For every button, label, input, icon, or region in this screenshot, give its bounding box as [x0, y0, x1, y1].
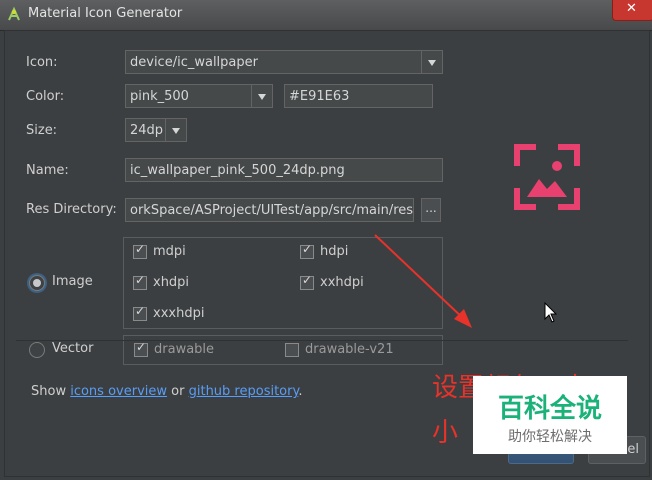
color-select[interactable]: pink_500: [125, 84, 273, 108]
name-label: Name:: [26, 163, 69, 178]
res-directory-label: Res Directory:: [26, 202, 117, 217]
chevron-down-icon[interactable]: [251, 85, 272, 107]
color-hex-value: #E91E63: [289, 89, 350, 104]
drawable-checkbox[interactable]: [134, 340, 148, 357]
or-text: or: [171, 384, 185, 399]
close-icon[interactable]: [612, 0, 652, 21]
image-radio-label: Image: [52, 274, 93, 289]
icon-select-value: device/ic_wallpaper: [130, 55, 258, 70]
size-select-value: 24dp: [130, 123, 164, 138]
size-label: Size:: [26, 123, 58, 138]
color-label: Color:: [26, 89, 65, 104]
xxxhdpi-label: xxxhdpi: [153, 306, 205, 321]
dialog-window: Material Icon Generator Icon: device/ic_…: [0, 0, 652, 480]
drawable-v21-checkbox[interactable]: [285, 343, 299, 357]
xxhdpi-checkbox[interactable]: [300, 273, 314, 290]
hdpi-checkbox[interactable]: [300, 242, 314, 259]
drawable-label: drawable: [154, 342, 215, 357]
mdpi-label: mdpi: [153, 244, 186, 259]
size-select[interactable]: 24dp: [125, 118, 187, 142]
name-field-value: ic_wallpaper_pink_500_24dp.png: [130, 163, 345, 178]
chevron-down-icon[interactable]: [165, 119, 186, 141]
footer-period: .: [298, 384, 303, 399]
vector-radio-label: Vector: [52, 341, 94, 356]
name-field[interactable]: ic_wallpaper_pink_500_24dp.png: [125, 158, 443, 182]
title-bar: Material Icon Generator: [0, 0, 652, 31]
separator: [16, 340, 628, 341]
footer-text: Show icons overview or github repository…: [31, 384, 302, 399]
xhdpi-checkbox[interactable]: [133, 273, 147, 290]
xhdpi-label: xhdpi: [153, 275, 190, 290]
annotation-text-line2: 小: [432, 418, 459, 448]
icons-overview-link[interactable]: icons overview: [70, 384, 167, 399]
hdpi-label: hdpi: [320, 244, 349, 259]
watermark-subtitle: 助你轻松解决: [508, 429, 592, 445]
vector-radio[interactable]: [29, 342, 45, 358]
wallpaper-icon: [514, 144, 580, 210]
icon-select[interactable]: device/ic_wallpaper: [125, 50, 443, 74]
show-text: Show: [31, 384, 67, 399]
window-title: Material Icon Generator: [28, 6, 183, 21]
watermark-title: 百科全说: [497, 394, 602, 424]
color-select-value: pink_500: [130, 89, 189, 104]
mdpi-checkbox[interactable]: [133, 242, 147, 259]
watermark-logo: 百科全说 助你轻松解决: [473, 376, 627, 454]
chevron-down-icon[interactable]: [421, 51, 442, 73]
annotation-arrow: [374, 234, 472, 328]
icon-label: Icon:: [26, 55, 58, 70]
github-repository-link[interactable]: github repository: [189, 384, 299, 399]
image-radio[interactable]: [29, 275, 45, 291]
xxxhdpi-checkbox[interactable]: [133, 304, 147, 321]
android-studio-icon: [8, 6, 20, 21]
mouse-cursor-icon: [544, 302, 558, 323]
color-hex-field[interactable]: #E91E63: [284, 84, 433, 108]
